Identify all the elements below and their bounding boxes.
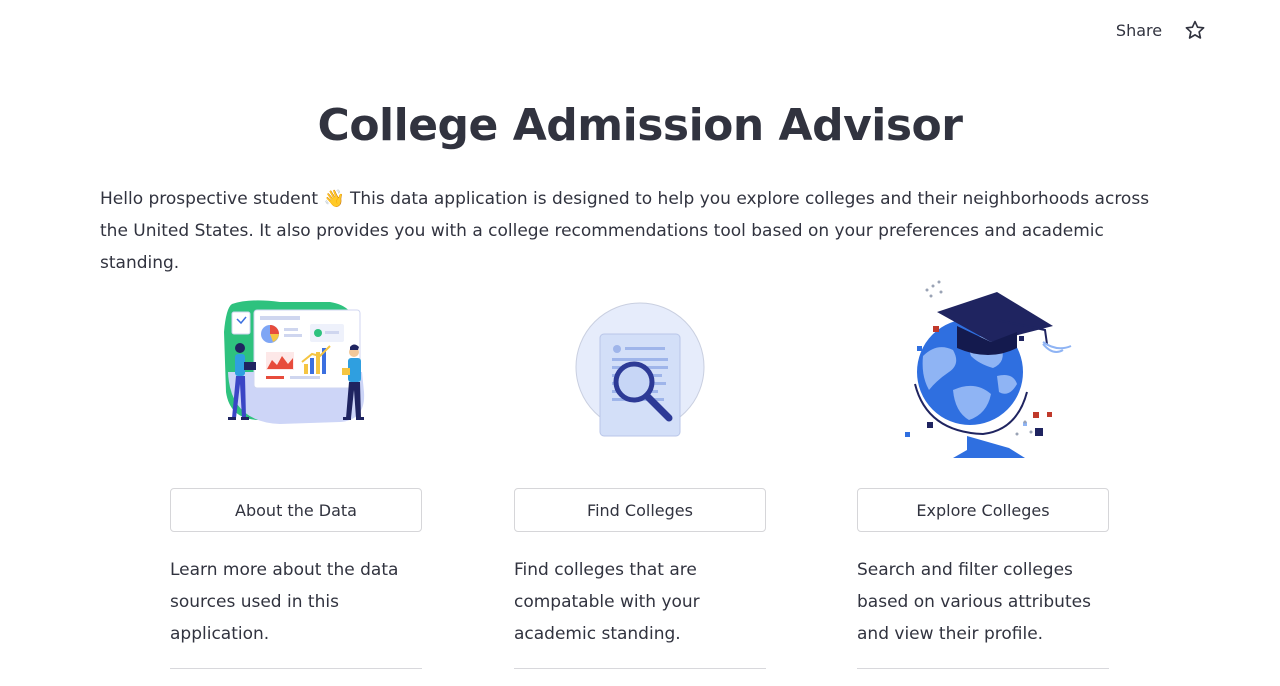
- star-icon[interactable]: [1184, 19, 1206, 41]
- card-about-data: About the Data Learn more about the data…: [170, 272, 424, 669]
- explore-colleges-button[interactable]: Explore Colleges: [857, 488, 1109, 532]
- divider: [170, 668, 422, 669]
- about-data-button[interactable]: About the Data: [170, 488, 422, 532]
- data-analytics-illustration: [170, 272, 424, 462]
- divider: [857, 668, 1109, 669]
- card-find-colleges: Find Colleges Find colleges that are com…: [514, 272, 768, 669]
- graduation-globe-illustration: [857, 272, 1111, 462]
- explore-colleges-description: Search and filter colleges based on vari…: [857, 560, 1091, 644]
- top-toolbar: Share: [0, 0, 1280, 62]
- intro-paragraph: Hello prospective student 👋 This data ap…: [100, 189, 1150, 273]
- about-data-description: Learn more about the data sources used i…: [170, 560, 399, 644]
- divider: [514, 668, 766, 669]
- share-button[interactable]: Share: [1110, 20, 1168, 42]
- find-colleges-button[interactable]: Find Colleges: [514, 488, 766, 532]
- card-explore-colleges: Explore Colleges Search and filter colle…: [857, 272, 1111, 669]
- page-title: College Admission Advisor: [317, 100, 963, 151]
- document-search-illustration: [514, 272, 768, 462]
- find-colleges-description: Find colleges that are compatable with y…: [514, 560, 700, 644]
